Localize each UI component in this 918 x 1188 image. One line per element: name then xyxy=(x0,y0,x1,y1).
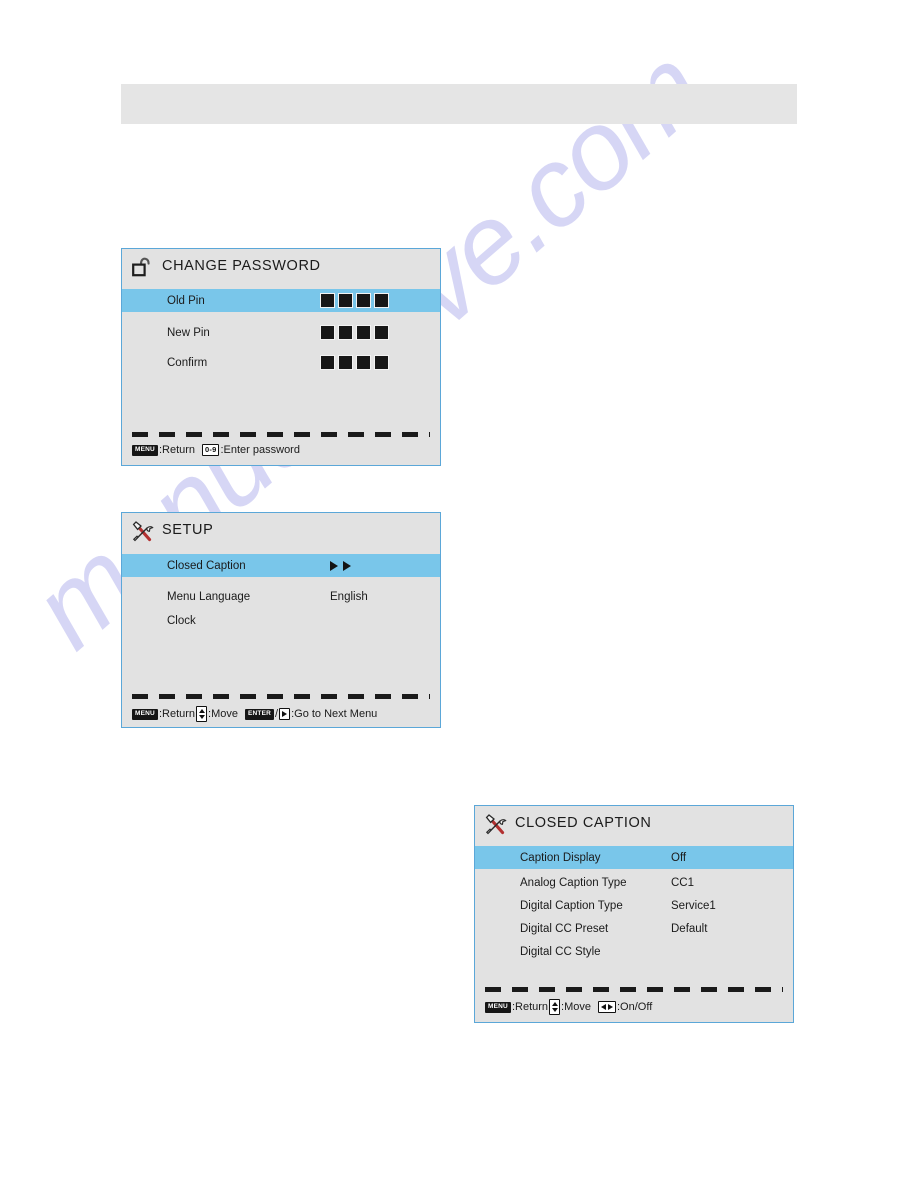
row-value: Default xyxy=(671,922,708,935)
menu-row-digital-cc-preset[interactable]: Digital CC Preset Default xyxy=(475,917,793,940)
row-label: Digital Caption Type xyxy=(520,899,623,912)
tools-icon xyxy=(483,812,509,838)
panel-title: CLOSED CAPTION xyxy=(515,815,652,831)
menu-key-badge[interactable]: MENU xyxy=(132,708,158,720)
pin-box xyxy=(320,293,335,308)
panel-titlebar: SETUP xyxy=(122,513,440,549)
panel-divider xyxy=(132,694,430,699)
panel-titlebar: CHANGE PASSWORD xyxy=(122,249,440,285)
row-label: Confirm xyxy=(167,356,208,369)
hint-text: :Return xyxy=(158,708,196,720)
open-padlock-icon xyxy=(130,255,156,281)
enter-key-badge[interactable]: ENTER xyxy=(245,708,275,720)
pin-box xyxy=(356,325,371,340)
right-key-icon[interactable] xyxy=(279,708,291,720)
panel-title: CHANGE PASSWORD xyxy=(162,258,321,274)
panel-divider xyxy=(485,987,783,992)
row-label: Menu Language xyxy=(167,590,251,603)
number-key-badge[interactable]: 0-9 xyxy=(202,444,220,456)
menu-row-caption-display[interactable]: Caption Display Off xyxy=(475,846,793,869)
menu-row-menu-language[interactable]: Menu Language English xyxy=(122,585,440,608)
pin-box xyxy=(374,293,389,308)
osd-panel-closed-caption: CLOSED CAPTION Caption Display Off Analo… xyxy=(474,805,794,1023)
triangle-down-icon xyxy=(551,1008,558,1012)
hint-text: :Enter password xyxy=(220,444,300,456)
pin-box xyxy=(320,355,335,370)
left-right-key-icon[interactable] xyxy=(598,1001,616,1013)
page-header-title xyxy=(121,84,797,95)
triangle-up-icon xyxy=(551,1002,558,1006)
page-header-band xyxy=(121,84,797,124)
triangle-right-icon xyxy=(343,560,351,571)
panel-rows: Old Pin New Pin Confirm xyxy=(122,289,440,374)
row-label: Analog Caption Type xyxy=(520,876,627,889)
pin-box xyxy=(374,355,389,370)
triangle-right-icon xyxy=(608,1004,613,1010)
panel-title: SETUP xyxy=(162,522,214,538)
pin-box xyxy=(356,355,371,370)
row-label: Digital CC Style xyxy=(520,945,601,958)
pin-box xyxy=(374,325,389,340)
menu-row-old-pin[interactable]: Old Pin xyxy=(122,289,440,312)
row-value: Service1 xyxy=(671,899,716,912)
pin-entry-new-pin[interactable] xyxy=(320,325,389,340)
menu-row-confirm[interactable]: Confirm xyxy=(122,351,440,374)
panel-footer-hints: MENU :Return :Move ENTER / :Go to Next M… xyxy=(132,706,378,722)
triangle-left-icon xyxy=(601,1004,606,1010)
pin-box xyxy=(356,293,371,308)
menu-key-badge[interactable]: MENU xyxy=(132,444,158,456)
up-down-key-icon[interactable] xyxy=(549,999,561,1015)
hint-text: :Move xyxy=(208,708,238,720)
triangle-right-icon xyxy=(282,711,288,717)
hint-text: / xyxy=(275,708,279,720)
row-label: Closed Caption xyxy=(167,559,246,572)
hint-text: :Return xyxy=(511,1001,549,1013)
pin-box xyxy=(338,325,353,340)
hint-text: :Move xyxy=(561,1001,591,1013)
row-label: Clock xyxy=(167,614,196,627)
pin-box xyxy=(320,325,335,340)
panel-footer-hints: MENU :Return :Move :On/Off xyxy=(485,999,653,1015)
row-label: Caption Display xyxy=(520,851,601,864)
row-label: Old Pin xyxy=(167,294,205,307)
menu-key-badge[interactable]: MENU xyxy=(485,1001,511,1013)
pin-entry-confirm[interactable] xyxy=(320,355,389,370)
menu-row-digital-cc-style[interactable]: Digital CC Style xyxy=(475,940,793,963)
pin-box xyxy=(338,293,353,308)
pin-box xyxy=(338,355,353,370)
row-value: English xyxy=(330,590,368,603)
up-down-key-icon[interactable] xyxy=(196,706,208,722)
panel-rows: Closed Caption Menu Language English Clo… xyxy=(122,554,440,632)
pin-entry-old-pin[interactable] xyxy=(320,293,389,308)
panel-divider xyxy=(132,432,430,437)
panel-footer-hints: MENU :Return 0-9 :Enter password xyxy=(132,444,301,456)
menu-row-new-pin[interactable]: New Pin xyxy=(122,321,440,344)
menu-row-closed-caption[interactable]: Closed Caption xyxy=(122,554,440,577)
hint-text: :On/Off xyxy=(617,1001,653,1013)
row-label: Digital CC Preset xyxy=(520,922,609,935)
submenu-arrows xyxy=(330,560,351,571)
osd-panel-change-password: CHANGE PASSWORD Old Pin New Pin Confirm xyxy=(121,248,441,466)
menu-row-analog-caption-type[interactable]: Analog Caption Type CC1 xyxy=(475,871,793,894)
osd-panel-setup: SETUP Closed Caption Menu Language Engli… xyxy=(121,512,441,728)
row-label: New Pin xyxy=(167,326,210,339)
triangle-down-icon xyxy=(198,715,205,719)
panel-rows: Caption Display Off Analog Caption Type … xyxy=(475,846,793,963)
row-value: Off xyxy=(671,851,687,864)
triangle-right-icon xyxy=(330,560,338,571)
row-value: CC1 xyxy=(671,876,695,889)
panel-titlebar: CLOSED CAPTION xyxy=(475,806,793,842)
triangle-up-icon xyxy=(198,709,205,713)
tools-icon xyxy=(130,519,156,545)
hint-text: :Go to Next Menu xyxy=(291,708,378,720)
menu-row-clock[interactable]: Clock xyxy=(122,609,440,632)
menu-row-digital-caption-type[interactable]: Digital Caption Type Service1 xyxy=(475,894,793,917)
hint-text: :Return xyxy=(158,444,196,456)
